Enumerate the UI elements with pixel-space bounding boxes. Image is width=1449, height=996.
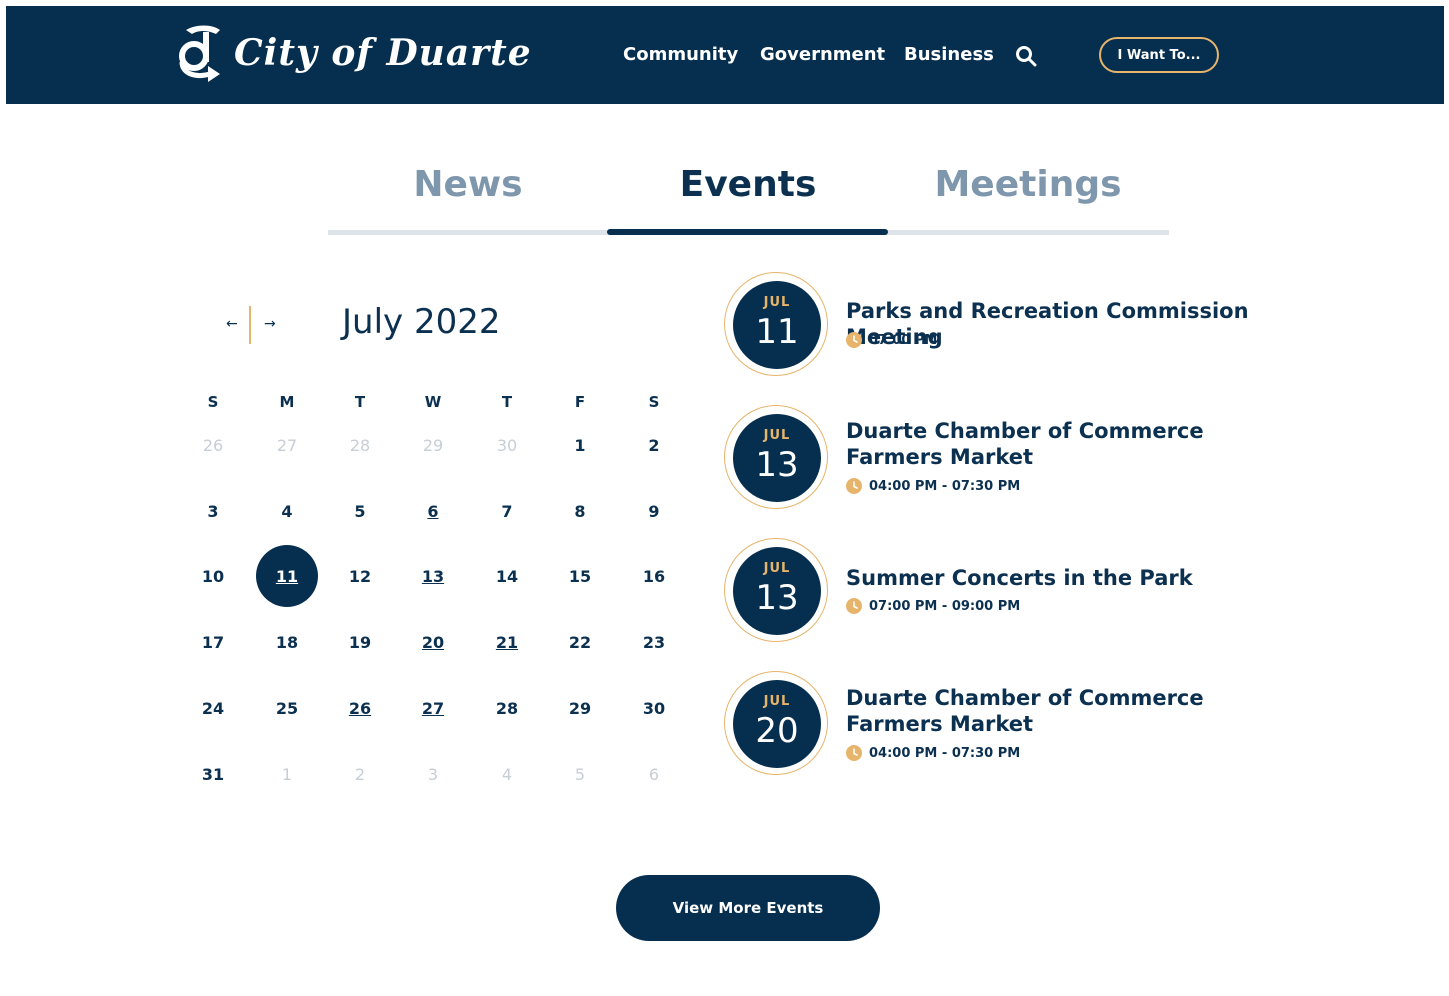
tab-meetings[interactable]: Meetings <box>888 160 1168 210</box>
calendar-month-label: July 2022 <box>342 302 501 342</box>
weekday-sat: S <box>648 393 660 411</box>
calendar-day-outside-month: 3 <box>427 765 439 784</box>
tab-news[interactable]: News <box>328 160 608 210</box>
calendar-day-outside-month: 27 <box>276 436 298 455</box>
calendar-day[interactable]: 16 <box>634 567 674 586</box>
calendar-day[interactable]: 5 <box>340 502 380 521</box>
event-time: 04:00 PM - 07:30 PM <box>846 478 1020 494</box>
clock-icon <box>846 598 862 614</box>
event-title-link[interactable]: Summer Concerts in the Park <box>846 565 1296 591</box>
calendar-day[interactable]: 20 <box>413 633 453 652</box>
calendar-day[interactable]: 19 <box>340 633 380 652</box>
weekday-mon: M <box>279 393 295 411</box>
page-frame <box>6 6 1444 996</box>
calendar-day[interactable]: 17 <box>193 633 233 652</box>
clock-icon <box>846 745 862 761</box>
nav-community[interactable]: Community <box>623 44 738 65</box>
event-time: 07:00 PM - 09:00 PM <box>846 598 1020 614</box>
calendar-day-outside-month: 1 <box>281 765 293 784</box>
calendar-day[interactable]: 15 <box>560 567 600 586</box>
event-date-badge: JUL 20 <box>724 671 828 775</box>
event-time-text: 07:00 PM - 09:00 PM <box>869 598 1021 614</box>
calendar-day-outside-month: 2 <box>354 765 366 784</box>
calendar-day[interactable]: 23 <box>634 633 674 652</box>
weekday-thu: T <box>501 393 513 411</box>
calendar-day-outside-month: 6 <box>648 765 660 784</box>
event-time-text: 04:00 PM - 07:30 PM <box>869 745 1021 761</box>
calendar-day[interactable]: 22 <box>560 633 600 652</box>
arrow-left-icon[interactable]: ← <box>226 316 238 332</box>
event-day: 13 <box>755 445 799 485</box>
event-time-text: 04:00 PM - 07:30 PM <box>869 478 1021 494</box>
nav-government-link[interactable]: Government <box>760 44 885 65</box>
calendar-day[interactable]: 10 <box>193 567 233 586</box>
calendar-day[interactable]: 25 <box>267 699 307 718</box>
event-title-link[interactable]: Duarte Chamber of Commerce Farmers Marke… <box>846 418 1296 470</box>
calendar-day[interactable]: 31 <box>193 765 233 784</box>
calendar-day[interactable]: 14 <box>487 567 527 586</box>
calendar-day[interactable]: 7 <box>487 502 527 521</box>
calendar-day[interactable]: 28 <box>487 699 527 718</box>
search-icon[interactable] <box>1014 44 1038 68</box>
calendar-day[interactable]: 8 <box>560 502 600 521</box>
tab-active-indicator <box>607 229 888 235</box>
event-date-badge: JUL 13 <box>724 405 828 509</box>
nav-government[interactable]: Government <box>760 44 885 65</box>
calendar-day[interactable]: 26 <box>340 699 380 718</box>
event-time: 07:00 PM <box>846 332 937 348</box>
nav-community-link[interactable]: Community <box>623 44 738 65</box>
weekday-fri: F <box>574 393 586 411</box>
event-day: 20 <box>755 711 799 751</box>
nav-business-link[interactable]: Business <box>904 44 994 65</box>
event-title-link[interactable]: Duarte Chamber of Commerce Farmers Marke… <box>846 685 1296 737</box>
event-month: JUL <box>763 694 791 709</box>
calendar-day-outside-month: 30 <box>496 436 518 455</box>
event-time: 04:00 PM - 07:30 PM <box>846 745 1020 761</box>
calendar-day-outside-month: 26 <box>202 436 224 455</box>
weekday-tue: T <box>354 393 366 411</box>
content-tabs: News Events Meetings <box>328 160 1169 236</box>
calendar-day[interactable]: 9 <box>634 502 674 521</box>
event-date-badge: JUL 13 <box>724 538 828 642</box>
calendar-day-outside-month: 4 <box>501 765 513 784</box>
calendar-day[interactable]: 12 <box>340 567 380 586</box>
event-date-badge: JUL 11 <box>724 272 828 376</box>
calendar-day[interactable]: 2 <box>634 436 674 455</box>
calendar-day[interactable]: 21 <box>487 633 527 652</box>
view-more-events-button[interactable]: View More Events <box>616 875 880 941</box>
calendar-day[interactable]: 24 <box>193 699 233 718</box>
calendar-day[interactable]: 1 <box>560 436 600 455</box>
event-month: JUL <box>763 295 791 310</box>
event-month: JUL <box>763 561 791 576</box>
i-want-to-button[interactable]: I Want To... <box>1099 37 1219 73</box>
weekday-sun: S <box>207 393 219 411</box>
weekday-wed: W <box>424 393 442 411</box>
clock-icon <box>846 332 862 348</box>
calendar-day[interactable]: 30 <box>634 699 674 718</box>
event-day: 11 <box>755 312 799 352</box>
calendar-day[interactable]: 13 <box>413 567 453 586</box>
site-name: City of Duarte <box>234 32 532 74</box>
calendar-nav-divider <box>249 306 251 344</box>
clock-icon <box>846 478 862 494</box>
calendar-day[interactable]: 6 <box>413 502 453 521</box>
calendar-day[interactable]: 3 <box>193 502 233 521</box>
event-time-text: 07:00 PM <box>869 332 938 348</box>
calendar-day[interactable]: 27 <box>413 699 453 718</box>
event-day: 13 <box>755 578 799 618</box>
logo-mark-icon <box>179 25 220 82</box>
nav-business[interactable]: Business <box>904 44 994 65</box>
calendar-day-outside-month: 29 <box>422 436 444 455</box>
calendar-day-outside-month: 5 <box>574 765 586 784</box>
arrow-right-icon[interactable]: → <box>264 316 276 332</box>
calendar-day[interactable]: 4 <box>267 502 307 521</box>
site-logo[interactable]: City of Duarte <box>176 22 532 84</box>
calendar-day-outside-month: 28 <box>349 436 371 455</box>
calendar-day[interactable]: 18 <box>267 633 307 652</box>
event-month: JUL <box>763 428 791 443</box>
tab-events[interactable]: Events <box>608 160 888 210</box>
calendar-day[interactable]: 29 <box>560 699 600 718</box>
calendar-day[interactable]: 11 <box>267 567 307 586</box>
